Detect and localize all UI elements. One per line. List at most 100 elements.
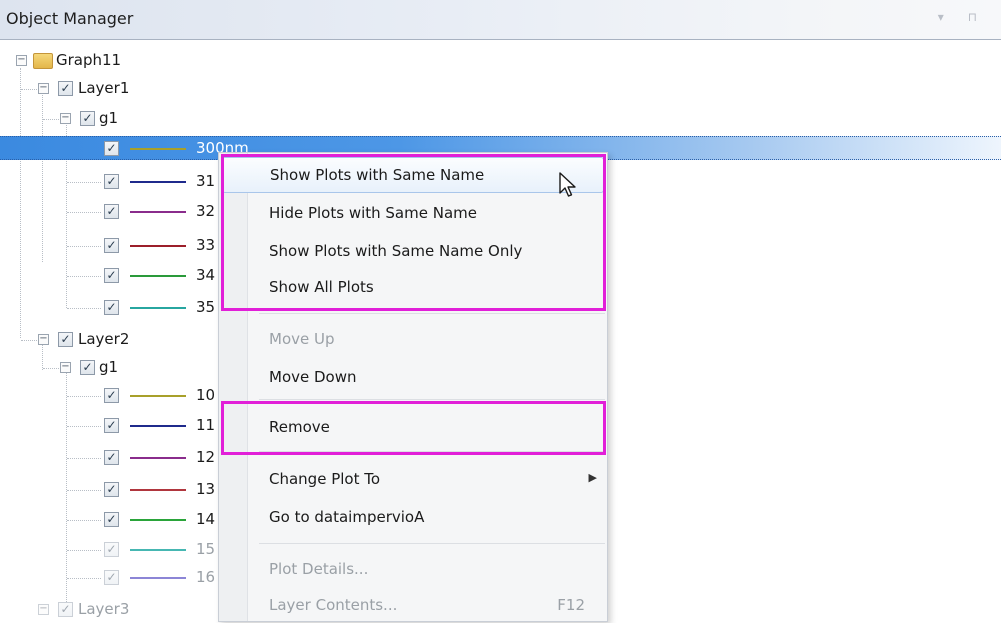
- context-menu: Show Plots with Same Name Hide Plots wit…: [218, 152, 608, 622]
- tree-connector: [67, 182, 101, 183]
- menu-item-change-plot-to[interactable]: Change Plot To ▶: [219, 461, 607, 497]
- menu-item-label: Layer Contents...: [269, 596, 398, 614]
- menu-item-show-plots-same-name[interactable]: Show Plots with Same Name: [222, 157, 604, 193]
- mouse-pointer-icon: [559, 172, 576, 197]
- tree-connector: [67, 276, 101, 277]
- plot-line-swatch: [130, 211, 186, 213]
- menu-item-show-all-plots[interactable]: Show All Plots: [219, 269, 607, 305]
- menu-item-label: Move Down: [269, 368, 357, 386]
- plot-label: 33: [196, 236, 216, 254]
- plot-line-swatch: [130, 489, 186, 491]
- menu-item-show-plots-same-name-only[interactable]: Show Plots with Same Name Only: [219, 233, 607, 269]
- tree-connector: [67, 246, 101, 247]
- collapse-icon[interactable]: −: [16, 55, 27, 66]
- plot-label: 10: [196, 386, 216, 404]
- menu-separator: [259, 399, 605, 400]
- plot-checkbox[interactable]: ✓: [104, 268, 119, 283]
- menu-item-label: Show Plots with Same Name: [270, 166, 485, 184]
- plot-line-swatch: [130, 307, 186, 309]
- plot-line-swatch: [130, 577, 186, 579]
- tree-connector: [43, 368, 59, 369]
- menu-separator: [259, 543, 605, 544]
- tree-connector: [21, 89, 37, 90]
- menu-item-remove[interactable]: Remove: [219, 409, 607, 445]
- layer-checkbox[interactable]: ✓: [58, 332, 73, 347]
- plot-checkbox[interactable]: ✓: [104, 542, 119, 557]
- plot-label: 11: [196, 416, 216, 434]
- plot-checkbox[interactable]: ✓: [104, 204, 119, 219]
- plot-line-swatch: [130, 275, 186, 277]
- tree-node-layer1[interactable]: − ✓ Layer1: [0, 77, 1001, 101]
- menu-item-label: Go to dataimpervioA: [269, 508, 425, 526]
- plot-checkbox[interactable]: ✓: [104, 238, 119, 253]
- plot-line-swatch: [130, 395, 186, 397]
- layer-checkbox[interactable]: ✓: [58, 81, 73, 96]
- menu-item-label: Plot Details...: [269, 560, 369, 578]
- tree-connector: [67, 396, 101, 397]
- tree-connector: [67, 426, 101, 427]
- menu-item-go-to-data[interactable]: Go to dataimpervioA: [219, 499, 607, 535]
- menu-item-label: Move Up: [269, 330, 335, 348]
- tree-connector: [67, 212, 101, 213]
- plot-label: 31: [196, 172, 216, 190]
- group-checkbox[interactable]: ✓: [80, 111, 95, 126]
- menu-item-hide-plots-same-name[interactable]: Hide Plots with Same Name: [219, 195, 607, 231]
- node-label: Layer3: [78, 600, 130, 618]
- menu-item-label: Show Plots with Same Name Only: [269, 242, 523, 260]
- node-label: g1: [99, 109, 119, 127]
- object-manager-titlebar: Object Manager ▾ ⊓: [0, 0, 1001, 40]
- node-label: g1: [99, 358, 119, 376]
- tree-connector: [21, 340, 37, 341]
- tree-connector: [67, 550, 101, 551]
- tree-connector: [67, 578, 101, 579]
- plot-checkbox[interactable]: ✓: [104, 141, 119, 156]
- tree-connector: [67, 458, 101, 459]
- plot-line-swatch: [130, 457, 186, 459]
- collapse-icon[interactable]: −: [38, 83, 49, 94]
- collapse-icon[interactable]: −: [38, 604, 49, 615]
- menu-shortcut: F12: [557, 596, 585, 614]
- pin-icon[interactable]: ▾ ⊓: [938, 10, 987, 24]
- plot-checkbox[interactable]: ✓: [104, 388, 119, 403]
- plot-line-swatch: [130, 549, 186, 551]
- layer-checkbox[interactable]: ✓: [58, 602, 73, 617]
- tree-node-graph11[interactable]: − Graph11: [0, 49, 1001, 73]
- collapse-icon[interactable]: −: [60, 113, 71, 124]
- menu-item-label: Change Plot To: [269, 470, 381, 488]
- plot-label: 32: [196, 202, 216, 220]
- tree-connector: [67, 490, 101, 491]
- menu-item-label: Hide Plots with Same Name: [269, 204, 477, 222]
- group-checkbox[interactable]: ✓: [80, 360, 95, 375]
- menu-item-plot-details[interactable]: Plot Details...: [219, 551, 607, 587]
- folder-icon: [33, 53, 53, 69]
- tree-connector: [67, 520, 101, 521]
- plot-label: 34: [196, 266, 216, 284]
- plot-label: 16: [196, 568, 216, 586]
- panel-title: Object Manager: [6, 9, 134, 28]
- submenu-arrow-icon: ▶: [588, 471, 597, 484]
- menu-item-label: Remove: [269, 418, 330, 436]
- tree-node-group[interactable]: − ✓ g1: [0, 107, 1001, 131]
- menu-item-move-down[interactable]: Move Down: [219, 359, 607, 395]
- plot-checkbox[interactable]: ✓: [104, 450, 119, 465]
- plot-label: 12: [196, 448, 216, 466]
- plot-line-swatch: [130, 148, 186, 150]
- node-label: Layer2: [78, 330, 130, 348]
- plot-line-swatch: [130, 181, 186, 183]
- menu-item-move-up[interactable]: Move Up: [219, 321, 607, 357]
- plot-label: 15: [196, 540, 216, 558]
- plot-checkbox[interactable]: ✓: [104, 300, 119, 315]
- plot-checkbox[interactable]: ✓: [104, 418, 119, 433]
- tree-connector: [43, 119, 59, 120]
- plot-checkbox[interactable]: ✓: [104, 174, 119, 189]
- collapse-icon[interactable]: −: [38, 334, 49, 345]
- plot-label: 13: [196, 480, 216, 498]
- plot-checkbox[interactable]: ✓: [104, 512, 119, 527]
- plot-checkbox[interactable]: ✓: [104, 570, 119, 585]
- plot-label: 35: [196, 298, 216, 316]
- menu-separator: [259, 451, 605, 452]
- plot-line-swatch: [130, 425, 186, 427]
- plot-checkbox[interactable]: ✓: [104, 482, 119, 497]
- node-label: Graph11: [56, 51, 122, 69]
- collapse-icon[interactable]: −: [60, 362, 71, 373]
